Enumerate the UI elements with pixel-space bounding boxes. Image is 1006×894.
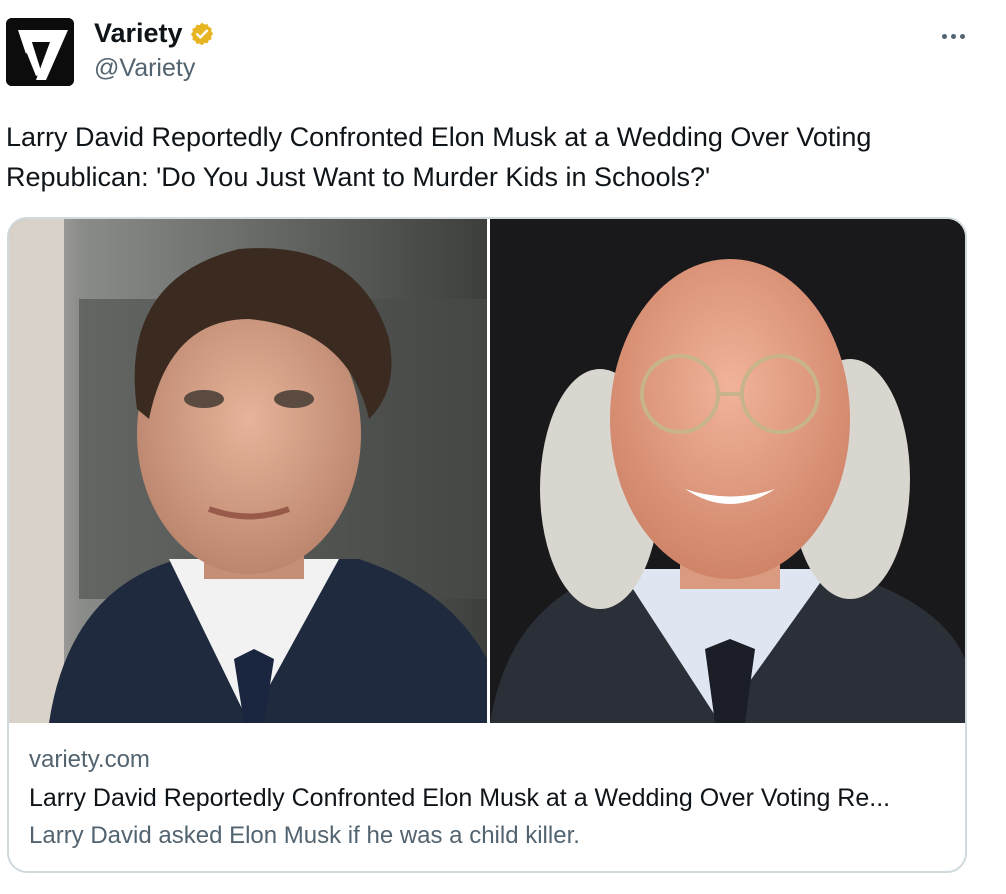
card-description: Larry David asked Elon Musk if he was a … (29, 822, 580, 849)
more-dot (950, 33, 956, 39)
more-options-icon[interactable] (936, 22, 970, 50)
card-domain: variety.com (29, 746, 150, 773)
verified-badge-icon (190, 22, 213, 45)
tweet[interactable]: Variety @Variety Larry David Reportedly … (0, 0, 1006, 894)
link-card[interactable]: variety.com Larry David Reportedly Confr… (7, 217, 967, 873)
card-title[interactable]: Larry David Reportedly Confronted Elon M… (29, 784, 949, 813)
author-avatar[interactable] (6, 18, 74, 86)
author-handle[interactable]: @Variety (94, 54, 195, 83)
author-name-row[interactable]: Variety (94, 18, 215, 49)
card-image-left-photo (9, 219, 487, 723)
card-image-right-photo (487, 219, 965, 723)
tweet-text: Larry David Reportedly Confronted Elon M… (6, 122, 872, 192)
variety-logo (6, 18, 74, 86)
more-dot (941, 33, 947, 39)
card-image[interactable] (9, 219, 965, 723)
more-dot (959, 33, 965, 39)
author-display-name[interactable]: Variety (94, 18, 183, 49)
